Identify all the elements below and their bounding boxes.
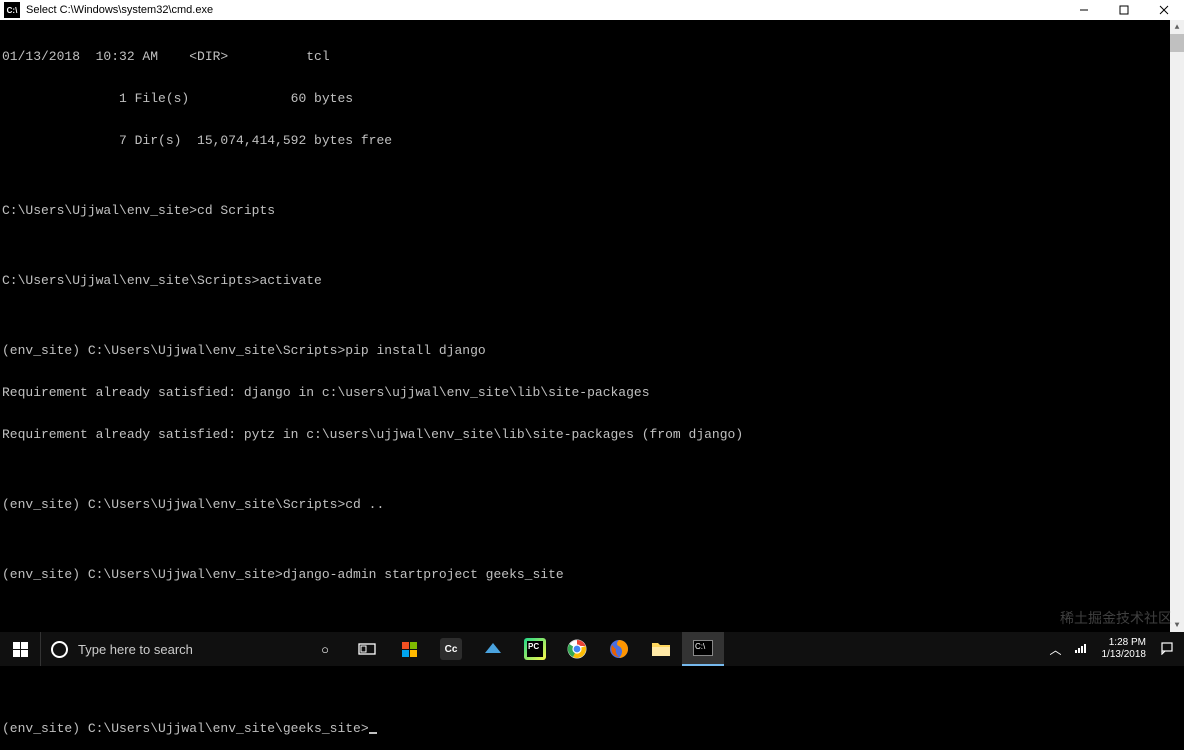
scroll-up-button[interactable]: ▲ xyxy=(1170,20,1184,34)
taskbar: Type here to search ○ Cc PC C:\ xyxy=(0,632,1184,666)
clock-time: 1:28 PM xyxy=(1102,637,1147,649)
terminal-line: 7 Dir(s) 15,074,414,592 bytes free xyxy=(2,134,1184,148)
window-controls xyxy=(1064,0,1184,20)
terminal-line: C:\Users\Ujjwal\env_site\Scripts>activat… xyxy=(2,274,1184,288)
terminal-current-prompt: (env_site) C:\Users\Ujjwal\env_site\geek… xyxy=(2,722,1184,736)
task-icons: ○ Cc PC C:\ xyxy=(304,632,724,666)
terminal-line: C:\Users\Ujjwal\env_site>cd Scripts xyxy=(2,204,1184,218)
clock-date: 1/13/2018 xyxy=(1102,649,1147,661)
terminal-line: (env_site) C:\Users\Ujjwal\env_site\Scri… xyxy=(2,344,1184,358)
windows-logo-icon xyxy=(13,642,28,657)
cmd-icon: C:\ xyxy=(4,2,20,18)
task-view-icon[interactable] xyxy=(346,632,388,666)
terminal-line: (env_site) C:\Users\Ujjwal\env_site>djan… xyxy=(2,568,1184,582)
window-title: Select C:\Windows\system32\cmd.exe xyxy=(24,4,1064,16)
terminal-line: 01/13/2018 10:32 AM <DIR> tcl xyxy=(2,50,1184,64)
maximize-button[interactable] xyxy=(1104,0,1144,20)
terminal-line: (env_site) C:\Users\Ujjwal\env_site\Scri… xyxy=(2,498,1184,512)
start-button[interactable] xyxy=(0,632,40,666)
cmd-taskbar-icon[interactable]: C:\ xyxy=(682,632,724,666)
watermark-text: 稀土掘金技术社区 xyxy=(1060,608,1172,628)
search-placeholder: Type here to search xyxy=(78,642,193,657)
prompt-text: (env_site) C:\Users\Ujjwal\env_site\geek… xyxy=(2,721,369,736)
notifications-icon[interactable] xyxy=(1154,641,1180,658)
terminal-line xyxy=(2,680,1184,694)
microsoft-store-icon[interactable] xyxy=(388,632,430,666)
terminal-output[interactable]: 01/13/2018 10:32 AM <DIR> tcl 1 File(s) … xyxy=(0,20,1184,632)
adobe-cc-icon[interactable]: Cc xyxy=(430,632,472,666)
window-titlebar: C:\ Select C:\Windows\system32\cmd.exe xyxy=(0,0,1184,20)
close-button[interactable] xyxy=(1144,0,1184,20)
cortana-mic-icon[interactable]: ○ xyxy=(304,632,346,666)
taskbar-search[interactable]: Type here to search xyxy=(40,632,300,666)
terminal-line: Requirement already satisfied: pytz in c… xyxy=(2,428,1184,442)
terminal-line: 1 File(s) 60 bytes xyxy=(2,92,1184,106)
tray-network-icon[interactable] xyxy=(1068,642,1094,657)
cursor xyxy=(369,732,377,734)
firefox-icon[interactable] xyxy=(598,632,640,666)
app-icon-blue[interactable] xyxy=(472,632,514,666)
scroll-thumb[interactable] xyxy=(1170,34,1184,52)
minimize-button[interactable] xyxy=(1064,0,1104,20)
scroll-down-button[interactable]: ▼ xyxy=(1170,618,1184,632)
chrome-icon[interactable] xyxy=(556,632,598,666)
vertical-scrollbar[interactable]: ▲ ▼ xyxy=(1170,20,1184,632)
tray-chevron-up-icon[interactable]: ︿ xyxy=(1043,641,1067,658)
pycharm-icon[interactable]: PC xyxy=(514,632,556,666)
file-explorer-icon[interactable] xyxy=(640,632,682,666)
taskbar-clock[interactable]: 1:28 PM 1/13/2018 xyxy=(1094,637,1155,661)
system-tray: ︿ 1:28 PM 1/13/2018 xyxy=(1043,637,1184,661)
cortana-icon xyxy=(51,641,68,658)
terminal-line: Requirement already satisfied: django in… xyxy=(2,386,1184,400)
